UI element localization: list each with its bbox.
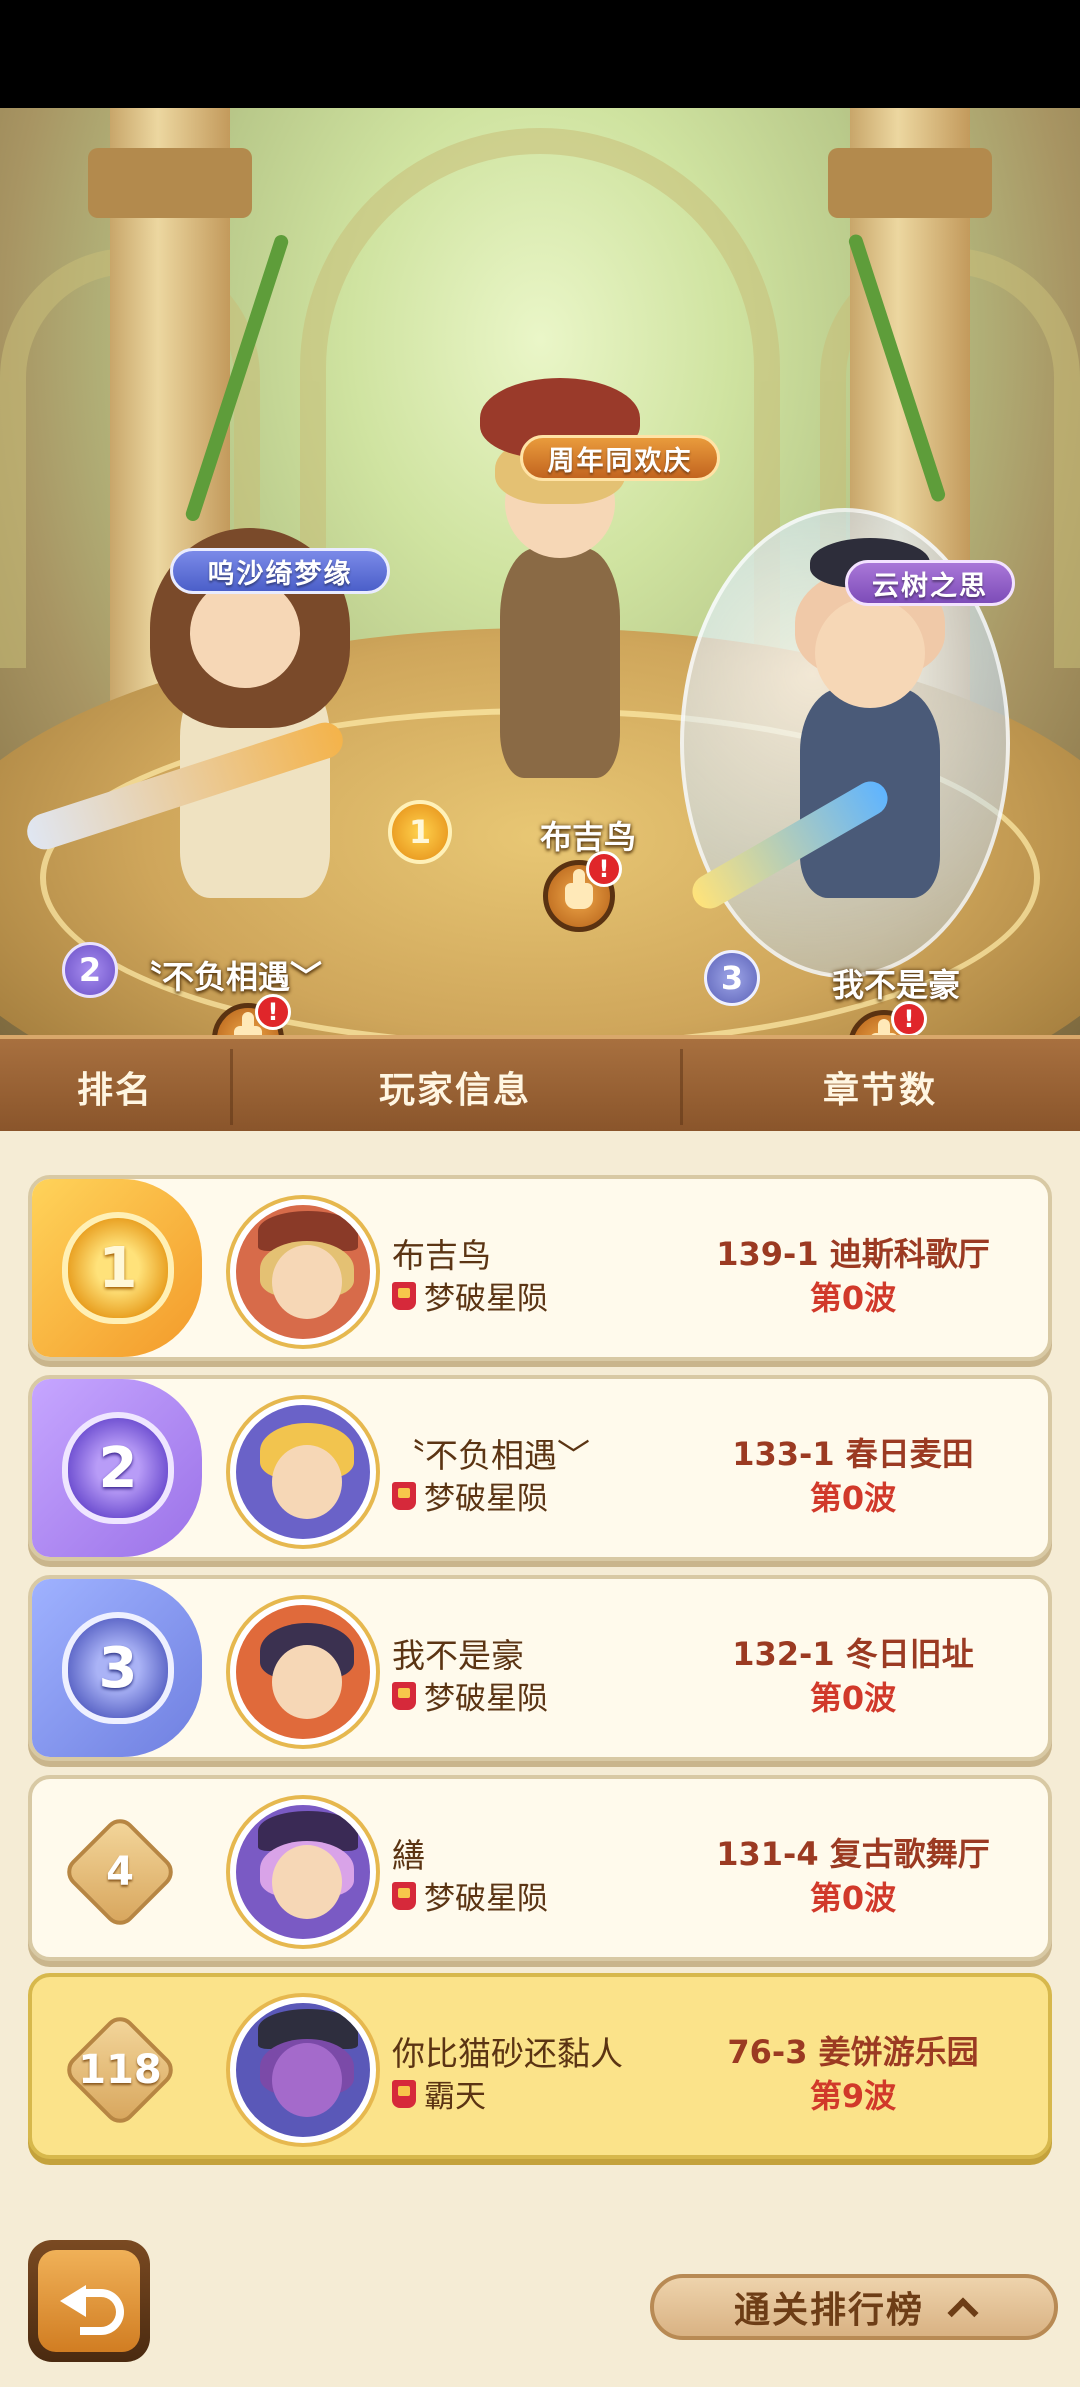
chapter-progress: 131-4 复古歌舞厅 (716, 1835, 990, 1873)
event-title-banner: 周年同欢庆 (520, 435, 720, 481)
player-name: 我不是豪 (392, 1636, 524, 1675)
guild-icon (392, 2079, 416, 2108)
guild-icon (392, 1881, 416, 1910)
chevron-up-icon (947, 2297, 979, 2329)
leaderboard-row[interactable]: 4 繕 梦破星陨 131-4 复古歌舞厅 第0波 (28, 1775, 1052, 1961)
wave-progress: 第0波 (809, 1279, 897, 1317)
wave-progress: 第0波 (809, 1479, 897, 1517)
guild-icon (392, 1681, 416, 1710)
rank-number: 4 (106, 1849, 134, 1895)
alert-icon: ! (891, 1001, 927, 1035)
avatar[interactable] (230, 1399, 376, 1545)
player-name: 繕 (392, 1836, 425, 1875)
back-button[interactable] (28, 2240, 150, 2362)
rank2-badge: 2 (62, 942, 118, 998)
player-guild: 梦破星陨 (392, 1273, 548, 1318)
toggle-label: 通关排行榜 (733, 2290, 924, 2331)
leaderboard-row[interactable]: 2 〝不负相遇﹀ 梦破星陨 133-1 春日麦田 第0波 (28, 1375, 1052, 1561)
avatar[interactable] (230, 1997, 376, 2143)
clear-ranking-toggle[interactable]: 通关排行榜 (650, 2274, 1058, 2340)
rank2-name: 〝不负相遇﹀ (130, 958, 323, 996)
guild-icon (392, 1281, 416, 1310)
podium-scene: 周年同欢庆 呜沙绮梦缘 云树之思 1 2 3 布吉鸟 〝不负相遇﹀ 我不是豪 !… (0, 108, 1080, 1035)
player-name: 〝不负相遇﹀ (392, 1436, 590, 1475)
thumbs-up-icon (234, 1012, 262, 1035)
header-player-info: 玩家信息 (378, 1070, 531, 1111)
status-bar (0, 0, 1080, 108)
wave-progress: 第0波 (809, 1879, 897, 1917)
header-rank: 排名 (76, 1070, 153, 1111)
avatar[interactable] (230, 1199, 376, 1345)
rank1-badge: 1 (388, 800, 452, 864)
rank3-badge: 3 (704, 950, 760, 1006)
player-guild: 梦破星陨 (392, 1673, 548, 1718)
header-chapter: 章节数 (822, 1070, 937, 1111)
my-rank-row[interactable]: 118 你比猫砂还黏人 霸天 76-3 姜饼游乐园 第9波 (28, 1973, 1052, 2159)
avatar[interactable] (230, 1599, 376, 1745)
chapter-progress: 132-1 冬日旧址 (732, 1635, 974, 1673)
leaderboard-row[interactable]: 1 布吉鸟 梦破星陨 139-1 迪斯科歌厅 第0波 (28, 1175, 1052, 1361)
wave-progress: 第0波 (809, 1679, 897, 1717)
player-name: 你比猫砂还黏人 (392, 2034, 623, 2073)
alert-icon: ! (586, 851, 622, 887)
rank1-like-button[interactable]: ! (543, 851, 622, 932)
guild-icon (392, 1481, 416, 1510)
rank1-name: 布吉鸟 (540, 818, 637, 856)
chapter-progress: 139-1 迪斯科歌厅 (716, 1235, 990, 1273)
chapter-progress: 76-3 姜饼游乐园 (727, 2033, 979, 2071)
rank-medal: 2 (62, 1412, 174, 1524)
player-guild: 梦破星陨 (392, 1873, 548, 1918)
leaderboard-screen: 周年同欢庆 呜沙绮梦缘 云树之思 1 2 3 布吉鸟 〝不负相遇﹀ 我不是豪 !… (0, 0, 1080, 2387)
back-arrow-icon (60, 2279, 124, 2335)
rank3-title-banner: 云树之思 (845, 560, 1015, 606)
avatar[interactable] (230, 1799, 376, 1945)
rank-medal: 1 (62, 1212, 174, 1324)
alert-icon: ! (255, 994, 291, 1030)
rank3-name: 我不是豪 (832, 966, 961, 1004)
rank-number: 118 (78, 2047, 162, 2093)
wave-progress: 第9波 (809, 2077, 897, 2115)
thumbs-up-icon (565, 869, 593, 909)
player-name: 布吉鸟 (392, 1236, 491, 1275)
leaderboard-row[interactable]: 3 我不是豪 梦破星陨 132-1 冬日旧址 第0波 (28, 1575, 1052, 1761)
table-header: 排名 玩家信息 章节数 (0, 1035, 1080, 1131)
rank-medal: 3 (62, 1612, 174, 1724)
player-guild: 梦破星陨 (392, 1473, 548, 1518)
player-guild: 霸天 (392, 2071, 486, 2116)
chapter-progress: 133-1 春日麦田 (732, 1435, 974, 1473)
rank2-title-banner: 呜沙绮梦缘 (170, 548, 390, 594)
